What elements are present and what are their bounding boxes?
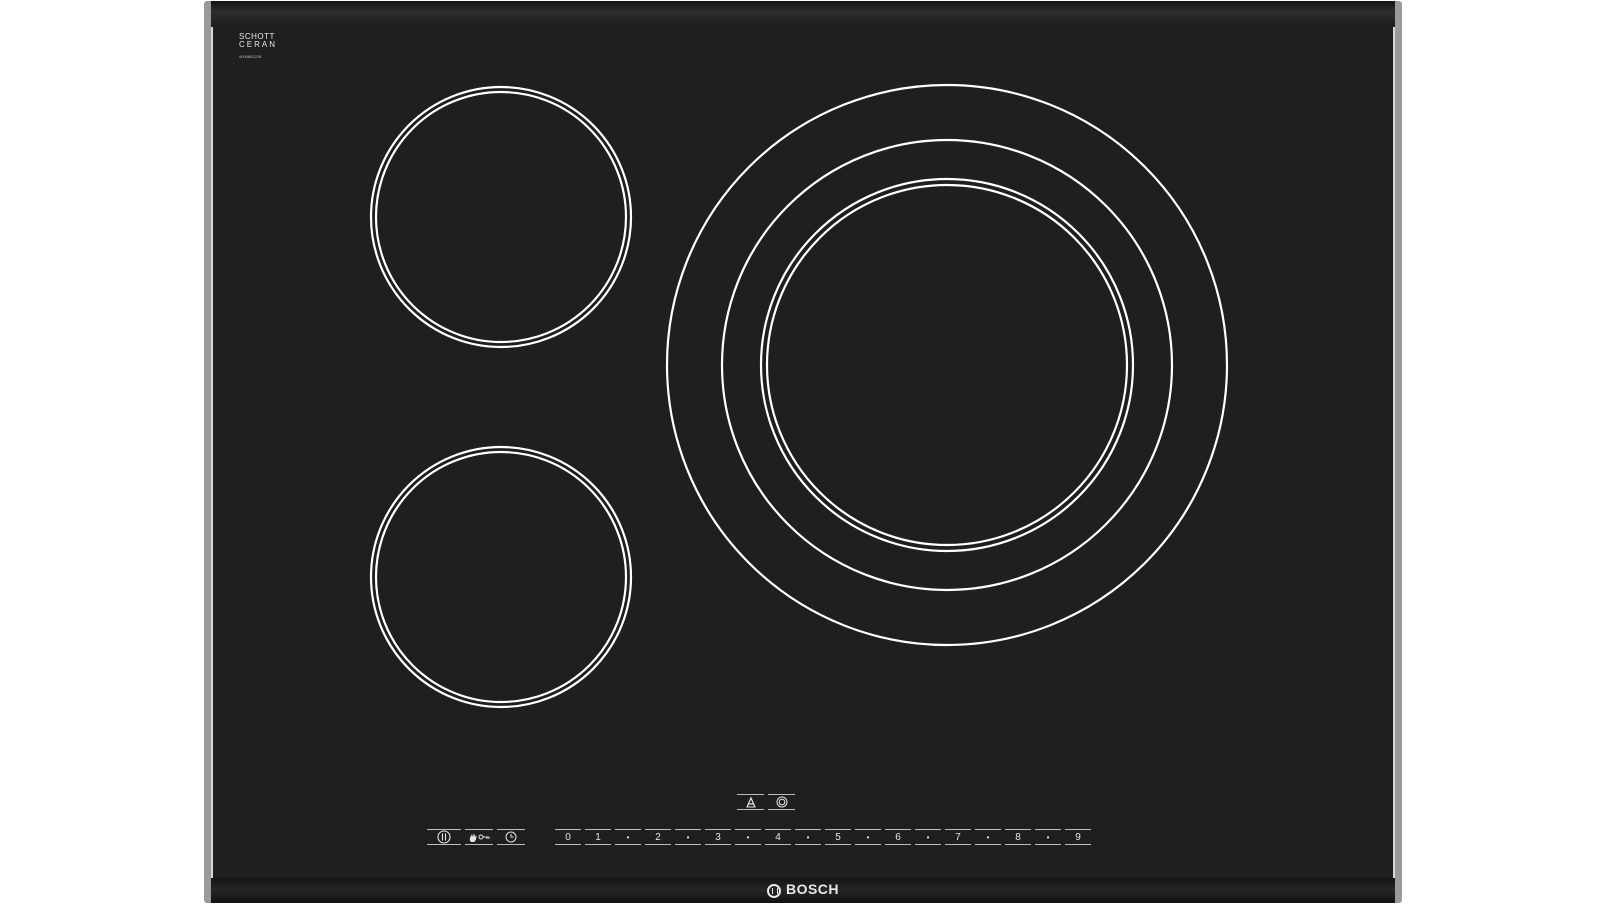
power-level-0[interactable]: 0 <box>555 829 581 845</box>
power-level-5-5[interactable]: • <box>855 829 881 845</box>
cooktop-glass-panel: SCHOTT CERAN 9000862228 0 1 • 2 • 3 • 4 … <box>204 1 1402 903</box>
power-level-6-5[interactable]: • <box>915 829 941 845</box>
cooking-zone-bottom-left[interactable] <box>369 445 633 709</box>
auto-icon <box>745 796 756 808</box>
power-icon <box>437 830 451 844</box>
power-level-slider[interactable]: 0 1 • 2 • 3 • 4 • 5 • 6 • 7 • 8 • 9 <box>555 829 1095 845</box>
power-level-9[interactable]: 9 <box>1065 829 1091 845</box>
power-level-3-5[interactable]: • <box>735 829 761 845</box>
power-level-2-5[interactable]: • <box>675 829 701 845</box>
zone-function-keys <box>737 794 799 810</box>
power-level-4[interactable]: 4 <box>765 829 791 845</box>
auto-button[interactable] <box>737 794 764 810</box>
cooking-zones <box>369 83 1229 709</box>
child-lock-icon <box>469 833 490 843</box>
power-level-8-5[interactable]: • <box>1035 829 1061 845</box>
brand-name: BOSCH <box>785 881 840 897</box>
power-button[interactable] <box>427 829 461 845</box>
cooking-zone-large-right[interactable] <box>665 83 1229 647</box>
power-level-1[interactable]: 1 <box>585 829 611 845</box>
zone-select-button[interactable] <box>768 794 795 810</box>
power-level-1-5[interactable]: • <box>615 829 641 845</box>
cooking-zone-top-left[interactable] <box>369 85 633 349</box>
power-level-5[interactable]: 5 <box>825 829 851 845</box>
power-level-4-5[interactable]: • <box>795 829 821 845</box>
child-lock-button[interactable] <box>465 829 493 845</box>
power-level-6[interactable]: 6 <box>885 829 911 845</box>
timer-icon <box>505 831 517 843</box>
power-level-7[interactable]: 7 <box>945 829 971 845</box>
bosch-armature-icon <box>766 884 781 898</box>
bosch-logo: BOSCH <box>211 881 1395 898</box>
zone-select-icon <box>776 796 787 808</box>
power-level-3[interactable]: 3 <box>705 829 731 845</box>
power-level-7-5[interactable]: • <box>975 829 1001 845</box>
control-keys <box>427 829 529 845</box>
power-level-8[interactable]: 8 <box>1005 829 1031 845</box>
timer-button[interactable] <box>497 829 525 845</box>
power-level-2[interactable]: 2 <box>645 829 671 845</box>
